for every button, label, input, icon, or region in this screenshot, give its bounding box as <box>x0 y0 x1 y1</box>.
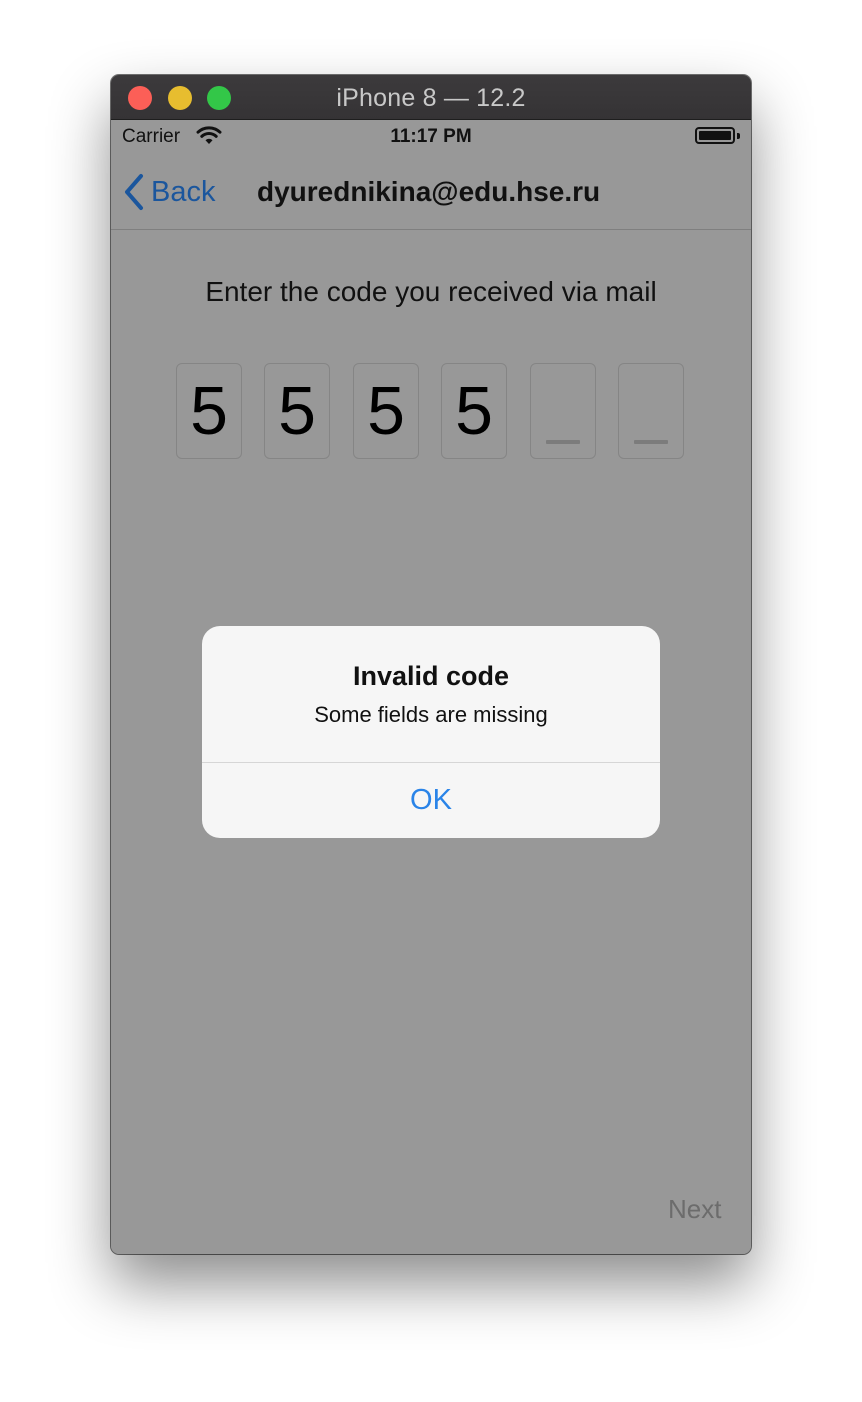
simulator-window: iPhone 8 — 12.2 Carrier 11:17 PM Back dy… <box>111 75 751 1254</box>
alert-message: Some fields are missing <box>314 702 548 727</box>
code-digit-field[interactable]: 5 <box>353 363 419 459</box>
code-digit-field[interactable]: 5 <box>264 363 330 459</box>
code-prompt: Enter the code you received via mail <box>205 276 657 307</box>
alert-title: Invalid code <box>352 661 510 691</box>
next-button[interactable]: Next <box>668 1194 721 1225</box>
code-digit-field-empty[interactable] <box>530 363 596 459</box>
code-digit-field[interactable]: 5 <box>176 363 242 459</box>
window-title: iPhone 8 — 12.2 <box>336 84 526 112</box>
back-label: Back <box>151 175 216 208</box>
code-digit-field-empty[interactable] <box>618 363 684 459</box>
status-time: 11:17 PM <box>390 126 472 147</box>
code-digit-field[interactable]: 5 <box>441 363 507 459</box>
navigation-bar: Back dyurednikina@edu.hse.ru <box>111 160 751 230</box>
chevron-left-icon <box>125 174 143 210</box>
battery-icon <box>695 127 735 144</box>
empty-digit-placeholder <box>634 440 668 444</box>
phone-screen: Carrier 11:17 PM Back dyurednikina@edu.h… <box>111 120 751 1254</box>
back-button[interactable]: Back <box>123 170 215 214</box>
nav-title: dyurednikina@edu.hse.ru <box>257 176 601 207</box>
battery-tip <box>737 133 740 139</box>
alert-ok-button[interactable]: OK <box>202 763 660 838</box>
alert-dialog: Invalid code Some fields are missing OK <box>202 626 660 838</box>
window-titlebar[interactable]: iPhone 8 — 12.2 <box>111 75 751 120</box>
empty-digit-placeholder <box>546 440 580 444</box>
